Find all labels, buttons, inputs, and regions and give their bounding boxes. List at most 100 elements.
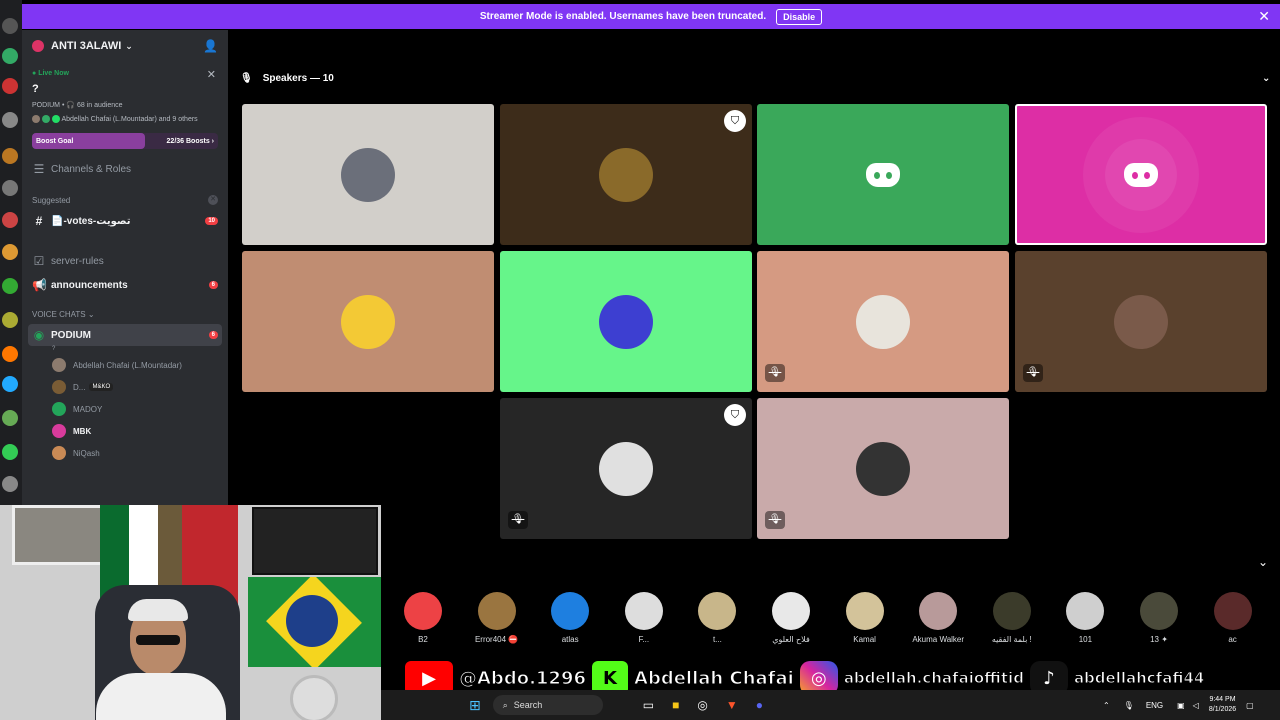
avatar xyxy=(698,592,737,630)
speaker-tile[interactable] xyxy=(757,104,1009,245)
audience-member[interactable]: بلمة الفقيه ! xyxy=(979,592,1045,644)
server-icon[interactable] xyxy=(2,244,18,260)
channel-name: server-rules xyxy=(51,255,104,267)
audience-member[interactable]: B2 xyxy=(390,592,456,644)
language-indicator[interactable]: ENG xyxy=(1146,701,1163,710)
close-icon[interactable]: ✕ xyxy=(1258,8,1270,25)
server-icon[interactable] xyxy=(2,212,18,228)
audience-member[interactable]: 13 ✦ xyxy=(1126,592,1192,644)
chevron-down-icon[interactable]: ⌄ xyxy=(1262,73,1270,84)
audience-member[interactable]: ac xyxy=(1200,592,1266,644)
audience-member[interactable]: Error404 ⛔ xyxy=(464,592,530,644)
voice-category[interactable]: VOICE CHATS ⌄ xyxy=(22,304,228,324)
brave-icon[interactable]: ▼ xyxy=(726,698,738,712)
live-text: Live Now xyxy=(38,70,69,77)
windows-icon[interactable]: ⊞ xyxy=(469,697,481,714)
avatar xyxy=(856,441,910,496)
server-icon[interactable] xyxy=(2,410,18,426)
close-icon[interactable]: ✕ xyxy=(207,68,216,81)
stage-info: PODIUM • 🎧 68 in audience xyxy=(32,102,123,109)
audience-member[interactable]: t... xyxy=(684,592,750,644)
server-header[interactable]: ANTI 3ALAWI ⌄ 👤 xyxy=(22,30,228,62)
microphone-icon[interactable]: 🎙 xyxy=(1124,701,1134,710)
speaker-tile[interactable] xyxy=(242,104,494,245)
voice-user[interactable]: D... M&KO xyxy=(22,376,228,398)
server-icon[interactable] xyxy=(2,376,18,392)
network-icon[interactable]: ▣ xyxy=(1177,701,1185,710)
channel-name: PODIUM xyxy=(51,329,91,341)
podium-topic: ? xyxy=(52,346,56,352)
close-icon[interactable]: ✕ xyxy=(208,195,218,205)
member-name: فلاح العلوي xyxy=(772,635,810,644)
server-icon[interactable] xyxy=(2,312,18,328)
channels-roles-label: Channels & Roles xyxy=(51,163,132,175)
speaker-tile[interactable]: ⛉ xyxy=(500,104,752,245)
channel-podium[interactable]: ◉ PODIUM 6 xyxy=(28,324,222,346)
time: 9:44 PM xyxy=(1209,696,1236,703)
avatar xyxy=(341,147,395,202)
server-icon[interactable] xyxy=(2,444,18,460)
boost-goal[interactable]: Boost Goal 22/36 Boosts › xyxy=(32,133,218,149)
live-label: ● Live Now xyxy=(32,70,69,77)
disable-button[interactable]: Disable xyxy=(776,8,823,25)
server-rail[interactable] xyxy=(0,0,22,505)
clock[interactable]: 9:44 PM 8/1/2026 xyxy=(1209,695,1236,715)
server-icon[interactable] xyxy=(2,78,18,94)
server-icon[interactable] xyxy=(2,48,18,64)
user-name: D... xyxy=(73,382,86,392)
member-name: t... xyxy=(712,635,722,644)
speaker-tile[interactable]: 🎙 xyxy=(757,251,1009,392)
moderator-icon: ⛉ xyxy=(724,404,746,426)
server-icon[interactable] xyxy=(2,112,18,128)
notification-icon[interactable]: ▢ xyxy=(1246,701,1254,710)
audience-member[interactable]: F... xyxy=(611,592,677,644)
speaker-tile[interactable] xyxy=(500,251,752,392)
server-icon[interactable] xyxy=(2,346,18,362)
chevron-down-icon[interactable]: ⌄ xyxy=(1258,555,1268,569)
list-icon: ☰ xyxy=(33,162,45,176)
tiktok-handle: abdellahcfafi44 xyxy=(1073,669,1205,688)
invite-icon[interactable]: 👤 xyxy=(203,39,218,53)
channel-name: announcements xyxy=(51,279,128,291)
chevron-up-icon[interactable]: ⌃ xyxy=(1103,701,1110,710)
banner-text: Streamer Mode is enabled. Usernames have… xyxy=(479,11,767,22)
avatar xyxy=(51,115,60,123)
channel-announcements[interactable]: 📢 announcements 6 xyxy=(22,274,228,296)
speaker-tile[interactable] xyxy=(242,251,494,392)
server-icon[interactable] xyxy=(2,180,18,196)
discord-icon[interactable]: ● xyxy=(756,698,763,712)
live-card[interactable]: ● Live Now ✕ ? PODIUM • 🎧 68 in audience… xyxy=(22,62,228,123)
voice-user[interactable]: Abdellah Chafai (L.Mountadar) xyxy=(22,354,228,376)
audience-member[interactable]: Akuma Walker xyxy=(905,592,971,644)
volume-icon[interactable]: ◁ xyxy=(1193,701,1199,710)
server-icon[interactable] xyxy=(2,278,18,294)
audience-member[interactable]: 101 xyxy=(1052,592,1118,644)
member-name: 101 xyxy=(1078,635,1093,644)
speaker-tile[interactable]: 🎙 xyxy=(757,398,1009,539)
taskbar-search[interactable]: ⌕ Search xyxy=(492,695,603,715)
voice-user[interactable]: MBK xyxy=(22,420,228,442)
member-name: Kamal xyxy=(853,635,876,644)
server-icon[interactable] xyxy=(2,18,18,34)
channels-roles[interactable]: ☰ Channels & Roles xyxy=(22,158,228,180)
server-icon[interactable] xyxy=(2,148,18,164)
channel-server-rules[interactable]: ☑ server-rules xyxy=(22,250,228,272)
user-name: Abdellah Chafai (L.Mountadar) xyxy=(73,360,182,370)
avatar xyxy=(52,424,66,438)
brazil-flag xyxy=(248,577,381,667)
app-icon[interactable]: ◎ xyxy=(697,698,707,712)
audience-member[interactable]: Kamal xyxy=(832,592,898,644)
speaker-tile[interactable]: ⛉ 🎙 xyxy=(500,398,752,539)
folder-icon[interactable]: ■ xyxy=(672,698,679,712)
audience-member[interactable]: فلاح العلوي xyxy=(758,592,824,644)
speaker-tile[interactable] xyxy=(1015,104,1267,245)
channel-votes[interactable]: # 📄-votes-تصويت 10 xyxy=(22,210,228,232)
avatar xyxy=(856,294,910,349)
voice-user[interactable]: NiQash xyxy=(22,442,228,464)
app-icon[interactable]: ▭ xyxy=(643,698,654,712)
server-icon[interactable] xyxy=(2,476,18,492)
speaker-tile[interactable]: 🎙 xyxy=(1015,251,1267,392)
audience-member[interactable]: atlas xyxy=(537,592,603,644)
voice-user[interactable]: MADOY xyxy=(22,398,228,420)
avatar xyxy=(1213,592,1252,630)
